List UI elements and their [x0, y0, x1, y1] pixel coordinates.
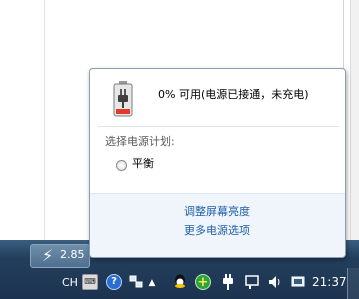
power-flyout: 0% 可用(电源已接通，未充电) 选择电源计划: 平衡 调整屏幕亮度 更多电源选…: [89, 68, 346, 258]
power-plan-section-label: 选择电源计划:: [105, 135, 175, 148]
language-indicator[interactable]: CH: [62, 276, 78, 290]
battery-status-text: 0% 可用(电源已接通，未充电): [158, 88, 309, 101]
plus-icon[interactable]: +: [195, 274, 211, 290]
help-icon[interactable]: ?: [106, 274, 122, 290]
qq-icon[interactable]: [172, 274, 188, 290]
background-scrollbar[interactable]: [350, 0, 359, 240]
power-plug-icon[interactable]: [220, 274, 236, 290]
tray-icon[interactable]: [290, 274, 306, 290]
background-divider: [44, 0, 45, 240]
show-hidden-icons-arrow[interactable]: ▲: [146, 277, 158, 289]
clock[interactable]: 21:37: [312, 275, 347, 290]
more-power-options-link[interactable]: 更多电源选项: [184, 224, 250, 238]
show-desktop-button[interactable]: [347, 268, 359, 299]
adjust-brightness-link[interactable]: 调整屏幕亮度: [184, 205, 250, 219]
action-center-flag-icon[interactable]: [244, 274, 260, 290]
plan-radio-button[interactable]: [116, 160, 127, 171]
divider: [98, 126, 339, 127]
taskbar-app-label: 2.85: [60, 248, 85, 261]
lightning-icon: ⚡: [42, 246, 54, 265]
keyboard-icon[interactable]: ⌨: [82, 274, 98, 290]
volume-icon[interactable]: [268, 274, 284, 290]
plan-option-label[interactable]: 平衡: [132, 157, 154, 171]
network-icon[interactable]: [128, 274, 144, 290]
battery-plug-icon: [113, 81, 133, 117]
